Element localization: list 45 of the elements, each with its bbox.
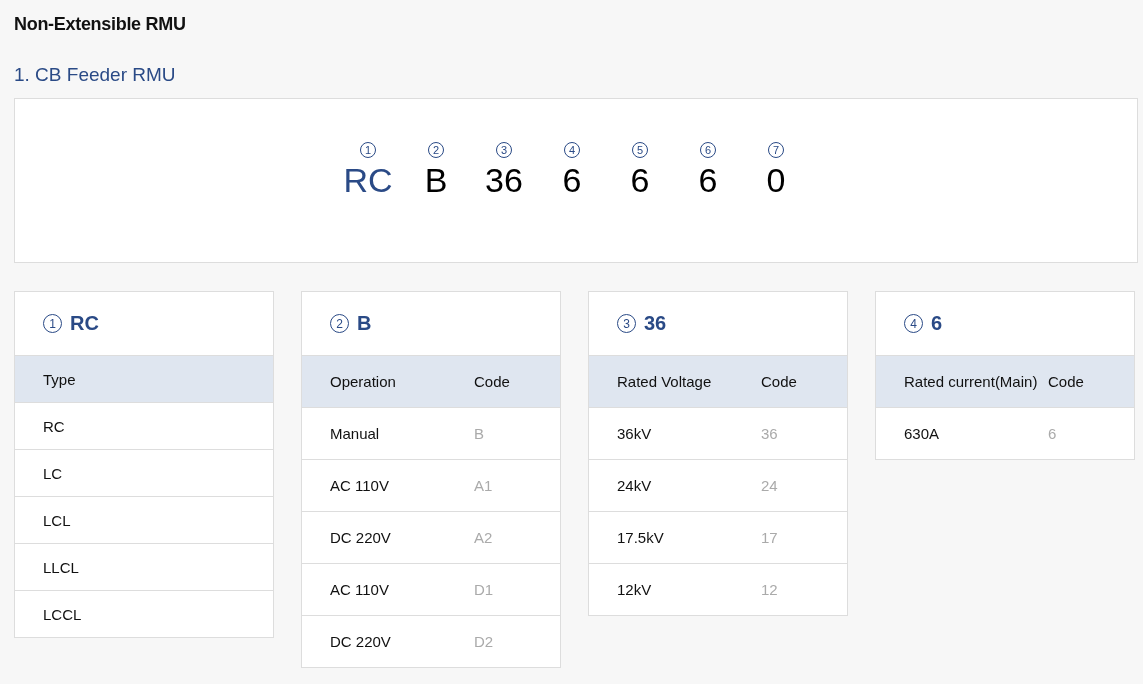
table-cell: 17 bbox=[761, 529, 778, 546]
table-cell-text: AC 110V bbox=[330, 477, 390, 494]
column-header: Operation bbox=[330, 373, 397, 390]
table-cell: LLCL bbox=[43, 558, 79, 576]
table-title: B bbox=[357, 312, 372, 335]
page-title: Non-Extensible RMU bbox=[14, 13, 187, 36]
table-cell-text: DC 220V bbox=[330, 529, 392, 546]
column-header: Rated current(Main) bbox=[904, 373, 1039, 390]
table-cell: RC bbox=[43, 417, 65, 435]
column-header: Code bbox=[1048, 373, 1084, 390]
table-cell: 36 bbox=[761, 425, 778, 442]
table-cell: B bbox=[474, 425, 484, 442]
section-title: 1. CB Feeder RMU bbox=[14, 63, 177, 87]
code-value: B bbox=[424, 160, 448, 200]
table-cell-text: AC 110V bbox=[330, 581, 390, 598]
table-cell-text: 36kV bbox=[617, 425, 653, 442]
table-cell-text: DC 220V bbox=[330, 633, 392, 650]
table-cell: 6 bbox=[1048, 425, 1057, 442]
table-cell-text: 12kV bbox=[617, 581, 653, 598]
table-cell: A1 bbox=[474, 477, 493, 494]
column-header: Code bbox=[761, 373, 797, 390]
table-cell-text: Manual bbox=[330, 425, 381, 442]
column-header: Rated Voltage bbox=[617, 373, 713, 390]
code-value: 6 bbox=[562, 160, 582, 200]
code-value: 6 bbox=[698, 160, 718, 200]
table-cell: A2 bbox=[474, 529, 493, 546]
table-cell: LCCL bbox=[43, 605, 82, 623]
table-cell-text: 17.5kV bbox=[617, 529, 665, 546]
table-cell: 12 bbox=[761, 581, 778, 598]
table-title: 36 bbox=[644, 312, 667, 335]
table-cell: LCL bbox=[43, 511, 71, 529]
table-title: RC bbox=[70, 312, 99, 335]
table-cell: D2 bbox=[474, 633, 494, 650]
table-title: 6 bbox=[931, 312, 943, 335]
code-value: RC bbox=[343, 160, 393, 200]
table-cell-text: 630A bbox=[904, 425, 941, 442]
table-cell-text: 24kV bbox=[617, 477, 653, 494]
column-header: Code bbox=[474, 373, 510, 390]
table-cell: D1 bbox=[474, 581, 494, 598]
table-cell: 24 bbox=[761, 477, 778, 494]
column-header: Type bbox=[43, 370, 76, 388]
code-value: 0 bbox=[766, 160, 786, 200]
table-cell: LC bbox=[43, 464, 63, 482]
code-value: 36 bbox=[485, 160, 523, 200]
code-value: 6 bbox=[630, 160, 650, 200]
